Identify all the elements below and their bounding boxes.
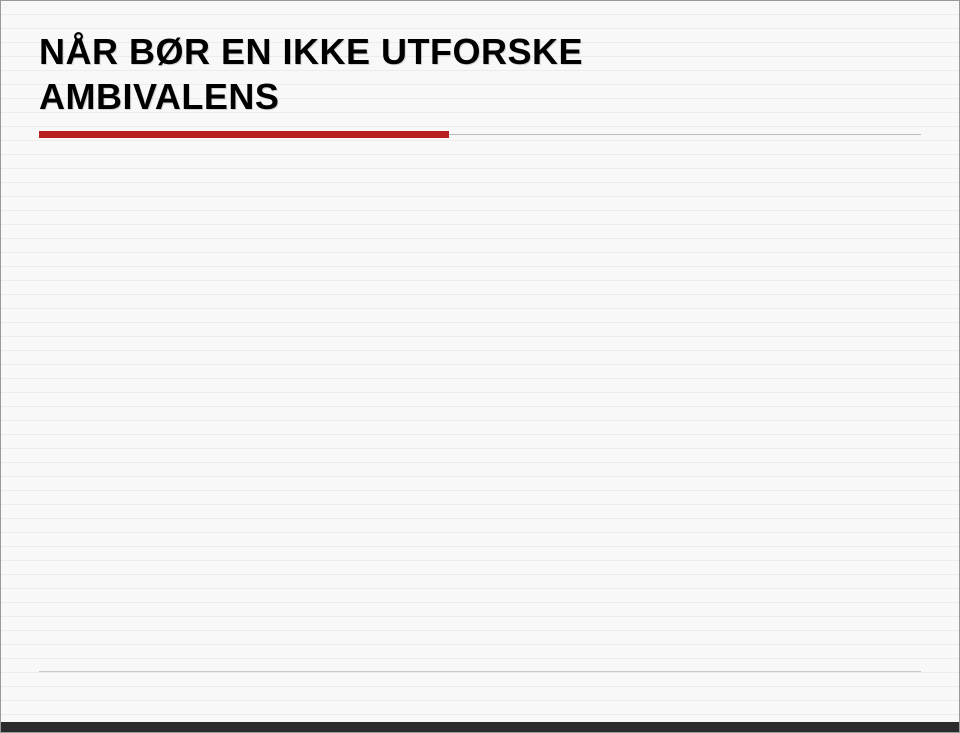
title-underline (39, 131, 921, 141)
slide-title: NÅR BØR EN IKKE UTFORSKE AMBIVALENS (39, 29, 583, 119)
underline-gray-segment (449, 134, 921, 135)
slide-container: NÅR BØR EN IKKE UTFORSKE AMBIVALENS (0, 0, 960, 733)
title-line-1: NÅR BØR EN IKKE UTFORSKE (39, 31, 583, 72)
footer-bar (1, 722, 959, 732)
title-line-2: AMBIVALENS (39, 76, 279, 117)
footer-divider (39, 671, 921, 672)
underline-red-segment (39, 131, 449, 138)
